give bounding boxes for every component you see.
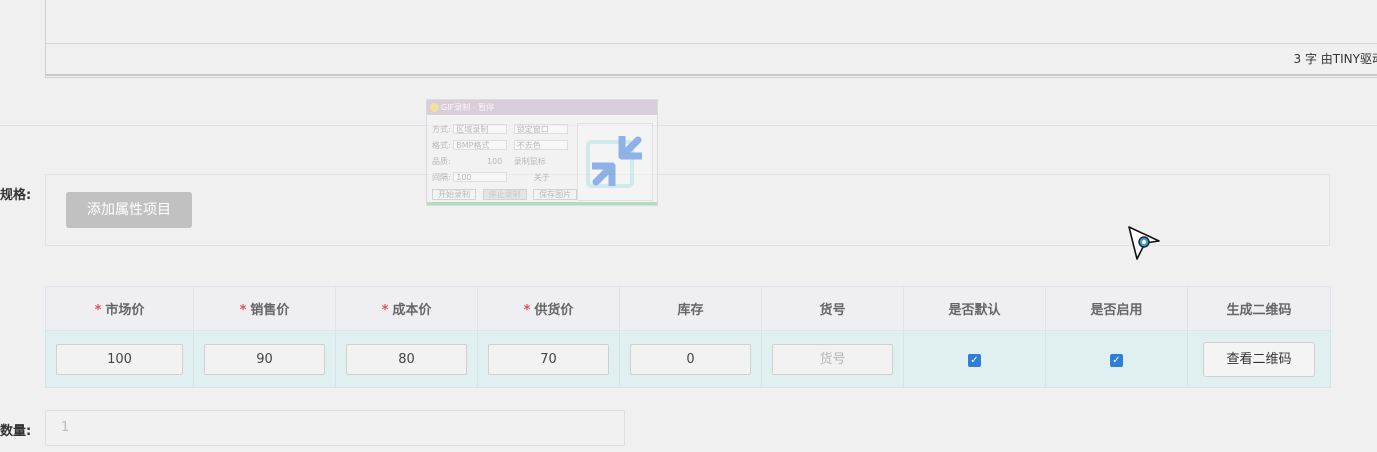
recorder-title: GIF录制 - 暂停 [441,103,495,112]
header-qr-code: 生成二维码 [1187,286,1331,331]
recorder-app-icon [430,103,439,112]
header-sale-price: * 销售价 [193,286,336,331]
compress-arrows-icon [586,136,642,188]
header-cost-price: * 成本价 [335,286,478,331]
header-market-price: * 市场价 [45,286,194,331]
table-row: 100 90 80 70 0 货号 ✓ ✓ 查看二维码 [45,330,1331,388]
editor-content-area[interactable] [46,0,1377,44]
recorder-row-interval: 间隔: 100 关于 [432,172,550,184]
quantity-input[interactable]: 1 [45,410,625,446]
mouse-pointer-icon [1128,226,1160,260]
cell-is-default: ✓ [903,330,1046,388]
checkmark-icon: ✓ [970,354,979,366]
sku-header-row: * 市场价 * 销售价 * 成本价 * 供货价 库存 货号 是否默认 是否启用 生成二维… [45,286,1331,331]
cell-is-enabled: ✓ [1045,330,1188,388]
recorder-save-button[interactable]: 保存图片 [533,189,578,200]
recorder-interval-label: 间隔: [432,173,451,182]
spec-label: 规格: [0,188,32,203]
checkmark-icon: ✓ [1112,354,1121,366]
cell-cost-price: 80 [335,330,478,388]
recorder-quality-input[interactable]: 100 [453,156,507,166]
recorder-mode-select[interactable]: 区域录制 [453,124,508,134]
recorder-format-label: 格式: [432,141,451,150]
gif-recorder-window[interactable]: GIF录制 - 暂停 方式: 区域录制 锁定窗口 格式: BMP格式 不去色 品… [426,99,658,206]
section-divider [0,125,1377,126]
sku-table: * 市场价 * 销售价 * 成本价 * 供货价 库存 货号 是否默认 是否启用 生成二维… [45,286,1331,388]
is-default-checkbox[interactable]: ✓ [968,353,981,367]
header-is-enabled: 是否启用 [1045,286,1188,331]
recorder-bottom-bar [427,202,657,205]
recorder-row-format: 格式: BMP格式 不去色 [432,140,572,152]
cell-supply-price: 70 [477,330,620,388]
is-enabled-checkbox[interactable]: ✓ [1110,353,1123,367]
recorder-mouse-checkbox[interactable]: 录制鼠标 [514,157,546,166]
rich-text-editor[interactable]: 3 字 由TINY驱动 [45,0,1377,78]
header-label: 销售价 [250,303,290,318]
recorder-lock-select[interactable]: 锁定窗口 [513,124,568,134]
header-label: 市场价 [105,303,145,318]
recorder-titlebar[interactable]: GIF录制 - 暂停 [427,100,657,115]
editor-status-bar: 3 字 由TINY驱动 [46,44,1377,76]
header-is-default: 是否默认 [903,286,1046,331]
quantity-label: 数量: [0,424,32,439]
recorder-start-button[interactable]: 开始录制 [432,189,476,200]
recorder-about-link[interactable]: 关于 [534,173,550,182]
header-supply-price: * 供货价 [477,286,620,331]
header-label: 成本价 [392,303,432,318]
required-mark: * [381,303,389,318]
header-sku-no: 货号 [761,286,904,331]
market-price-input[interactable]: 100 [56,343,183,375]
required-mark: * [94,303,102,318]
sku-no-input[interactable]: 货号 [772,343,893,375]
recorder-row-quality: 品质: 100 录制鼠标 [432,156,546,168]
recorder-mode-label: 方式: [432,125,451,134]
cell-stock: 0 [619,330,762,388]
header-stock: 库存 [619,286,762,331]
add-attribute-button[interactable]: 添加属性项目 [66,192,192,228]
cell-sale-price: 90 [193,330,336,388]
stock-input[interactable]: 0 [630,343,751,375]
required-mark: * [523,303,531,318]
recorder-quality-label: 品质: [432,157,451,166]
recorder-color-select[interactable]: 不去色 [513,140,568,150]
cell-market-price: 100 [45,330,194,388]
view-qr-code-button[interactable]: 查看二维码 [1203,341,1315,377]
cost-price-input[interactable]: 80 [346,343,467,375]
header-label: 供货价 [534,303,574,318]
recorder-buttons: 开始录制 停止录制 保存图片 [432,189,581,201]
recorder-stop-button[interactable]: 停止录制 [482,189,527,200]
recorder-row-mode: 方式: 区域录制 锁定窗口 [432,124,572,136]
supply-price-input[interactable]: 70 [488,343,609,375]
recorder-interval-input[interactable]: 100 [453,172,508,182]
recorder-preview [577,123,653,201]
cell-qr-code: 查看二维码 [1187,330,1331,388]
recorder-format-select[interactable]: BMP格式 [453,140,508,150]
required-mark: * [239,303,247,318]
sale-price-input[interactable]: 90 [204,343,325,375]
cell-sku-no: 货号 [761,330,904,388]
